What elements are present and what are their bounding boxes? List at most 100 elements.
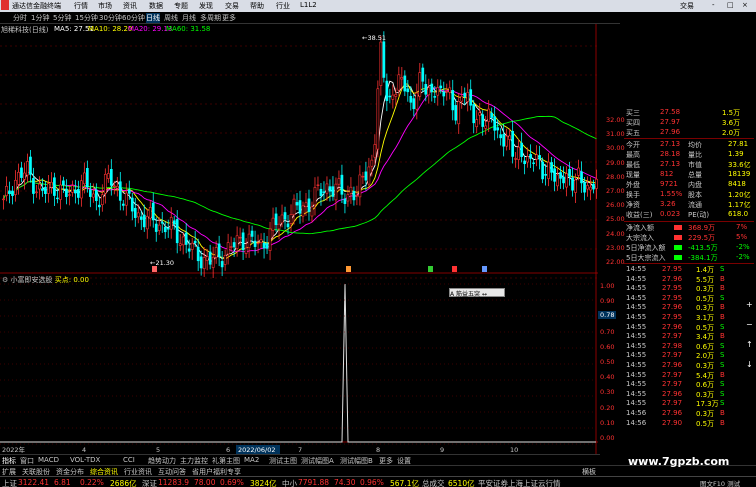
stat-label: 外盘 <box>626 181 640 189</box>
tick-volume: 5.4万 <box>696 371 715 380</box>
candle-body <box>235 235 239 249</box>
x-tick-label: 2022年 <box>2 445 26 454</box>
tick-price: 27.96 <box>662 361 683 369</box>
tick-time: 14:56 <box>626 409 647 417</box>
tick-volume: 0.6万 <box>696 342 715 351</box>
candle-body <box>238 236 242 239</box>
right-toolbar: + − ↑ ↓ <box>745 280 756 440</box>
zoom-popup[interactable]: A 筋益五突 ↔ <box>449 288 505 298</box>
menu-topics[interactable]: 专题 <box>174 1 188 11</box>
market-ticker: 上证 3122.41 6.81 0.22% 2686亿 深证 11283.9 78.00 0.6… <box>0 476 756 487</box>
stat-value: 28.18 <box>660 150 681 158</box>
candle-body <box>478 112 482 116</box>
candle-body <box>274 213 278 226</box>
candle-body <box>47 183 50 194</box>
candle-body <box>241 232 245 251</box>
ma10-label: MA10: 28.20 <box>88 25 133 33</box>
candle-body <box>370 159 374 167</box>
minus-icon[interactable]: − <box>746 320 753 329</box>
period-tab[interactable]: 月线 <box>182 13 196 23</box>
candle-body <box>71 185 74 193</box>
maximize-button[interactable]: □ <box>727 1 734 9</box>
candle-body <box>571 177 574 191</box>
period-tab[interactable]: 5分钟 <box>53 13 71 23</box>
candle-body <box>451 90 455 111</box>
arrow-down-icon[interactable]: ↓ <box>746 360 753 369</box>
candle-body <box>340 174 344 195</box>
index-name: 中小 <box>282 479 297 487</box>
candle-body <box>379 41 383 86</box>
menu-data[interactable]: 数据 <box>149 1 163 11</box>
period-more[interactable]: 更多 <box>222 13 236 23</box>
gear-icon[interactable]: ⚙ <box>2 276 8 284</box>
candle-body <box>253 240 257 247</box>
price-axis-label: 25.00 <box>606 215 625 224</box>
period-tab[interactable]: 30分钟 <box>99 13 122 23</box>
ask-label: 买四 <box>626 119 640 127</box>
tick-side: B <box>720 274 725 283</box>
candle-body <box>397 74 401 91</box>
menu-market[interactable]: 市场 <box>98 1 112 11</box>
candle-body <box>232 242 236 248</box>
menu-news[interactable]: 资讯 <box>123 1 137 11</box>
event-marker-icon <box>428 266 433 272</box>
period-tab[interactable]: 周线 <box>164 13 178 23</box>
candle-body <box>77 188 80 198</box>
candlestick-chart[interactable]: 2022年 4 5 6 7 8 9 10 2022/06/02 ←38.51 ←21.30 <box>0 24 598 474</box>
stat-label: 最高 <box>626 151 640 159</box>
index-amount: 567.1亿 <box>390 479 419 487</box>
menu-help[interactable]: 帮助 <box>250 1 264 11</box>
indicator-tab[interactable]: VOL-TDX <box>70 456 100 464</box>
indicator-tab[interactable]: MACD <box>38 456 59 464</box>
candle-body <box>124 192 128 206</box>
search-input[interactable]: L1L2 <box>300 1 317 9</box>
period-tab-selected[interactable]: 日线 <box>146 13 160 23</box>
candle-body <box>256 242 260 245</box>
title-bar: 通达信金融终端 行情 市场 资讯 数据 专题 发现 交易 帮助 行业 L1L2 … <box>0 0 756 12</box>
period-tab[interactable]: 分时 <box>13 13 27 23</box>
candle-body <box>421 67 425 82</box>
candle-body <box>154 223 158 232</box>
close-button[interactable]: × <box>742 1 748 9</box>
candle-body <box>352 190 356 201</box>
menu-quotes[interactable]: 行情 <box>74 1 88 11</box>
industry-box[interactable]: 行业 <box>276 1 290 11</box>
minimize-button[interactable]: - <box>712 1 715 9</box>
x-tick-label: 9 <box>440 446 444 454</box>
candle-body <box>331 186 335 197</box>
index-name: 上证 <box>2 479 17 487</box>
indicator-tab[interactable]: MA2 <box>244 456 259 464</box>
candle-body <box>544 174 547 176</box>
candle-body <box>400 77 404 80</box>
price-axis-label: 28.00 <box>606 172 625 181</box>
candle-body <box>295 202 299 206</box>
menu-discover[interactable]: 发现 <box>199 1 213 11</box>
candle-body <box>307 198 311 212</box>
period-tab[interactable]: 60分钟 <box>122 13 145 23</box>
tick-side: B <box>720 370 725 379</box>
candle-body <box>38 183 41 190</box>
candle-body <box>505 135 509 147</box>
tick-time: 14:55 <box>626 313 647 321</box>
plus-icon[interactable]: + <box>746 300 753 309</box>
arrow-up-icon[interactable]: ↑ <box>746 340 753 349</box>
flow-label: 大宗流入 <box>626 234 654 242</box>
candle-body <box>337 178 341 185</box>
tick-side: S <box>720 293 725 302</box>
indicator-tab[interactable]: CCI <box>123 456 135 464</box>
candle-body <box>334 183 338 201</box>
candle-body <box>20 167 23 178</box>
tick-volume: 2.0万 <box>696 352 715 361</box>
period-tab[interactable]: 多周期 <box>200 13 221 23</box>
trade-button[interactable]: 交易 <box>680 1 694 11</box>
period-tab[interactable]: 1分钟 <box>31 13 49 23</box>
candle-body <box>466 92 470 102</box>
ask-volume: 3.6万 <box>722 119 741 127</box>
candle-body <box>487 108 491 122</box>
period-tab[interactable]: 15分钟 <box>75 13 98 23</box>
tick-side: S <box>720 341 725 350</box>
candle-body <box>448 87 452 93</box>
stat-label: 股本 <box>688 191 702 199</box>
tick-time: 14:55 <box>626 361 647 369</box>
menu-trade[interactable]: 交易 <box>225 1 239 11</box>
